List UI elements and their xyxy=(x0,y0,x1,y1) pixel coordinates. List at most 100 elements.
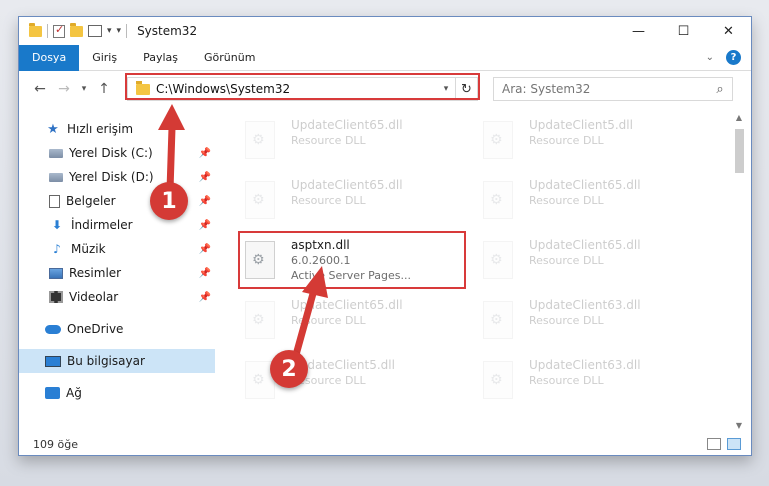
sidebar-item-label: İndirmeler xyxy=(71,218,133,232)
pin-icon[interactable]: 📌 xyxy=(199,268,211,279)
address-bar-highlight xyxy=(125,73,480,100)
file-name: UpdateClient5.dll xyxy=(529,118,633,132)
details-view-icon[interactable] xyxy=(707,438,721,450)
file-item[interactable]: UpdateClient65.dll Resource DLL xyxy=(245,177,470,225)
sidebar-item-local-disk-c[interactable]: Yerel Disk (C:) 📌 xyxy=(19,141,215,165)
step-2-marker: 2 xyxy=(270,350,308,388)
tab-home[interactable]: Giriş xyxy=(79,45,130,71)
file-name: UpdateClient65.dll xyxy=(291,178,403,192)
expand-ribbon-icon[interactable]: ⌄ xyxy=(706,52,714,63)
minimize-button[interactable]: — xyxy=(616,17,661,45)
sidebar-item-label: Hızlı erişim xyxy=(67,122,134,136)
dll-file-icon xyxy=(483,121,513,159)
pin-icon[interactable]: 📌 xyxy=(199,196,211,207)
scroll-down-icon[interactable]: ▼ xyxy=(733,421,745,433)
dll-file-icon xyxy=(245,301,275,339)
toolbar-dropdown-icon[interactable]: ▾ xyxy=(107,26,112,36)
tab-file[interactable]: Dosya xyxy=(19,44,80,71)
file-name: UpdateClient65.dll xyxy=(529,238,641,252)
onedrive-icon xyxy=(45,324,61,334)
file-name: UpdateClient63.dll xyxy=(529,298,641,312)
sidebar-item-downloads[interactable]: ⬇ İndirmeler 📌 xyxy=(19,213,215,237)
sidebar-item-label: Resimler xyxy=(69,266,122,280)
file-item[interactable]: UpdateClient65.dll Resource DLL xyxy=(245,297,470,345)
file-name: UpdateClient65.dll xyxy=(529,178,641,192)
file-name: UpdateClient65.dll xyxy=(291,118,403,132)
downloads-icon: ⬇ xyxy=(51,218,63,232)
sidebar-item-onedrive[interactable]: OneDrive xyxy=(19,317,215,341)
tab-share[interactable]: Paylaş xyxy=(130,45,191,71)
file-item[interactable]: UpdateClient65.dll Resource DLL xyxy=(483,237,708,285)
file-type: Resource DLL xyxy=(529,314,604,327)
file-name: UpdateClient65.dll xyxy=(291,298,403,312)
scroll-up-icon[interactable]: ▲ xyxy=(733,113,745,125)
tab-view[interactable]: Görünüm xyxy=(191,45,268,71)
sidebar-item-videos[interactable]: Videolar 📌 xyxy=(19,285,215,309)
sidebar-item-label: Bu bilgisayar xyxy=(67,354,145,368)
file-item[interactable]: UpdateClient5.dll Resource DLL xyxy=(483,117,708,165)
dll-file-icon xyxy=(483,301,513,339)
network-icon xyxy=(45,387,60,399)
this-pc-icon xyxy=(45,355,61,367)
dll-file-icon xyxy=(483,241,513,279)
dll-file-icon xyxy=(245,121,275,159)
toolbar-divider xyxy=(126,24,128,38)
step-1-marker: 1 xyxy=(150,182,188,220)
sidebar-item-music[interactable]: ♪ Müzik 📌 xyxy=(19,237,215,261)
sidebar-item-pictures[interactable]: Resimler 📌 xyxy=(19,261,215,285)
star-icon: ★ xyxy=(47,121,59,137)
dll-file-icon xyxy=(483,181,513,219)
pin-icon[interactable]: 📌 xyxy=(199,148,211,159)
window-controls: — ☐ ✕ xyxy=(616,17,751,45)
new-folder-icon[interactable] xyxy=(70,22,83,37)
file-item[interactable]: UpdateClient65.dll Resource DLL xyxy=(245,117,470,165)
file-item[interactable]: UpdateClient65.dll Resource DLL xyxy=(483,177,708,225)
maximize-button[interactable]: ☐ xyxy=(661,17,706,45)
drive-icon xyxy=(49,148,63,158)
ribbon-tabs: Dosya Giriş Paylaş Görünüm ⌄ ? xyxy=(19,44,751,71)
sidebar-item-quick-access[interactable]: ★ Hızlı erişim xyxy=(19,117,215,141)
search-input[interactable] xyxy=(502,82,708,96)
quick-access-toolbar: ▾ ▾ xyxy=(19,22,128,38)
up-icon[interactable]: ↑ xyxy=(93,81,115,97)
sidebar-item-label: OneDrive xyxy=(67,322,124,336)
sidebar-item-network[interactable]: Ağ xyxy=(19,381,215,405)
help-icon[interactable]: ? xyxy=(726,50,741,65)
search-icon[interactable]: ⌕ xyxy=(708,82,732,97)
file-type: Resource DLL xyxy=(529,254,604,267)
tiles-view-icon[interactable] xyxy=(727,438,741,450)
pin-icon[interactable]: 📌 xyxy=(199,292,211,303)
scrollbar-thumb[interactable] xyxy=(735,129,744,173)
customize-toolbar-icon[interactable]: ▾ xyxy=(117,26,122,36)
vertical-scrollbar[interactable]: ▲ ▼ xyxy=(733,113,745,433)
search-box[interactable]: ⌕ xyxy=(493,77,733,101)
videos-icon xyxy=(49,291,63,303)
sidebar-item-local-disk-d[interactable]: Yerel Disk (D:) 📌 xyxy=(19,165,215,189)
back-icon[interactable]: ← xyxy=(29,81,51,97)
file-type: Resource DLL xyxy=(291,314,366,327)
file-item[interactable]: UpdateClient63.dll Resource DLL xyxy=(483,297,708,345)
file-item[interactable]: UpdateClient63.dll Resource DLL xyxy=(483,357,708,405)
title-bar: ▾ ▾ System32 — ☐ ✕ xyxy=(19,17,751,45)
dll-file-icon xyxy=(245,181,275,219)
sidebar-item-label: Yerel Disk (C:) xyxy=(69,146,153,160)
view-properties-icon[interactable] xyxy=(88,25,102,37)
navigation-buttons: ← → ▾ ↑ xyxy=(19,81,123,97)
close-button[interactable]: ✕ xyxy=(706,17,751,45)
properties-check-icon[interactable] xyxy=(53,23,65,38)
file-type: Resource DLL xyxy=(291,134,366,147)
pin-icon[interactable]: 📌 xyxy=(199,220,211,231)
sidebar-item-label: Müzik xyxy=(71,242,106,256)
forward-icon[interactable]: → xyxy=(53,81,75,97)
recent-locations-icon[interactable]: ▾ xyxy=(77,84,91,94)
pin-icon[interactable]: 📌 xyxy=(199,244,211,255)
status-bar: 109 öğe xyxy=(19,433,751,455)
sidebar-item-this-pc[interactable]: Bu bilgisayar xyxy=(19,349,215,373)
sidebar-item-label: Yerel Disk (D:) xyxy=(69,170,154,184)
file-type: Resource DLL xyxy=(529,194,604,207)
file-type: Resource DLL xyxy=(529,134,604,147)
pin-icon[interactable]: 📌 xyxy=(199,172,211,183)
file-type: Resource DLL xyxy=(291,194,366,207)
sidebar-item-label: Belgeler xyxy=(66,194,116,208)
drive-icon xyxy=(49,172,63,182)
